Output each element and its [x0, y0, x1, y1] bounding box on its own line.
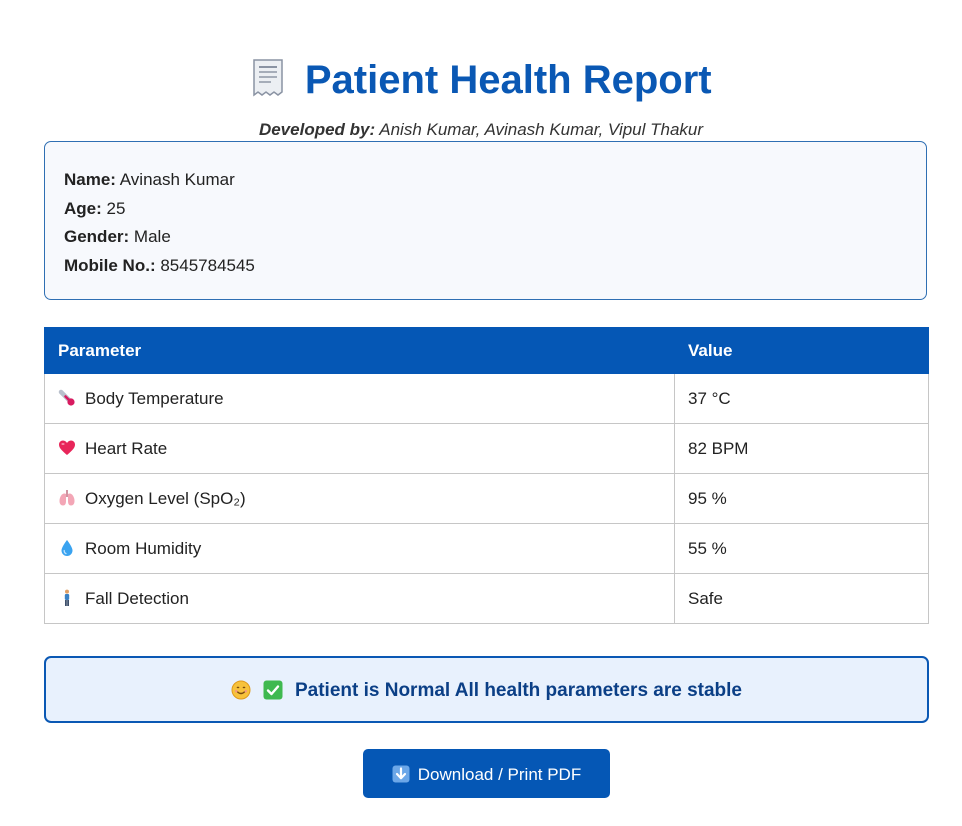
- status-content: Patient is Normal All health parameters …: [231, 680, 742, 702]
- health-parameters-table: Parameter Value Body Temperature 37 °C H…: [44, 327, 929, 624]
- developer-names: Anish Kumar, Avinash Kumar, Vipul Thakur: [379, 120, 704, 139]
- receipt-icon: [250, 58, 286, 103]
- patient-info-card: Name: Avinash Kumar Age: 25 Gender: Male…: [44, 141, 927, 300]
- parameter-label: Fall Detection: [85, 588, 189, 608]
- table-row: Fall Detection Safe: [44, 573, 929, 624]
- report-page: Patient Health Report Developed by: Anis…: [0, 0, 962, 826]
- name-label: Name:: [64, 170, 116, 189]
- table-row: Room Humidity 55 %: [44, 523, 929, 574]
- age-label: Age:: [64, 198, 102, 218]
- parameter-label: Oxygen Level (SpO₂): [85, 488, 246, 508]
- value-cell: 82 BPM: [674, 423, 929, 474]
- patient-gender: Male: [133, 227, 171, 246]
- patient-status-banner: Patient is Normal All health parameters …: [44, 656, 929, 723]
- mobile-label: Mobile No.:: [64, 255, 156, 275]
- download-print-pdf-button[interactable]: Download / Print PDF: [363, 749, 610, 798]
- download-button-label: Download / Print PDF: [417, 765, 582, 784]
- patient-gender-row: Gender: Male: [64, 223, 907, 252]
- parameter-cell: Fall Detection: [44, 573, 675, 624]
- developer-credits: Developed by: Anish Kumar, Avinash Kumar…: [0, 120, 962, 140]
- value-cell: 55 %: [674, 523, 929, 574]
- table-row: Oxygen Level (SpO₂) 95 %: [44, 473, 929, 524]
- table-row: Body Temperature 37 °C: [44, 373, 929, 424]
- developed-by-label: Developed by:: [258, 120, 376, 139]
- parameter-cell: Heart Rate: [44, 423, 675, 474]
- patient-mobile: 8545784545: [160, 255, 255, 275]
- patient-mobile-row: Mobile No.: 8545784545: [64, 252, 907, 281]
- parameter-label: Body Temperature: [85, 388, 224, 408]
- column-header-value: Value: [674, 327, 929, 374]
- parameter-label: Heart Rate: [85, 438, 168, 458]
- status-message: Patient is Normal All health parameters …: [294, 680, 743, 701]
- patient-age-row: Age: 25: [64, 195, 907, 224]
- parameter-cell: Room Humidity: [44, 523, 675, 574]
- parameter-cell: Body Temperature: [44, 373, 675, 424]
- person-standing-icon: [58, 589, 76, 607]
- parameter-label: Room Humidity: [85, 538, 202, 558]
- page-title: Patient Health Report: [304, 58, 712, 102]
- patient-name-row: Name: Avinash Kumar: [64, 166, 907, 195]
- title-row: Patient Health Report: [0, 58, 962, 103]
- gender-label: Gender:: [64, 227, 130, 246]
- smiling-face-icon: [231, 680, 251, 700]
- thermometer-icon: [58, 389, 76, 407]
- droplet-icon: [58, 539, 76, 557]
- lungs-icon: [58, 489, 76, 507]
- patient-age: 25: [106, 198, 126, 218]
- check-mark-icon: [263, 680, 283, 700]
- value-cell: 37 °C: [674, 373, 929, 424]
- table-header-row: Parameter Value: [44, 327, 929, 374]
- table-row: Heart Rate 82 BPM: [44, 423, 929, 474]
- parameter-cell: Oxygen Level (SpO₂): [44, 473, 675, 524]
- value-cell: 95 %: [674, 473, 929, 524]
- column-header-parameter: Parameter: [44, 327, 675, 374]
- heart-icon: [58, 439, 76, 457]
- down-arrow-icon: [392, 765, 410, 783]
- value-cell: Safe: [674, 573, 929, 624]
- patient-name: Avinash Kumar: [119, 170, 235, 189]
